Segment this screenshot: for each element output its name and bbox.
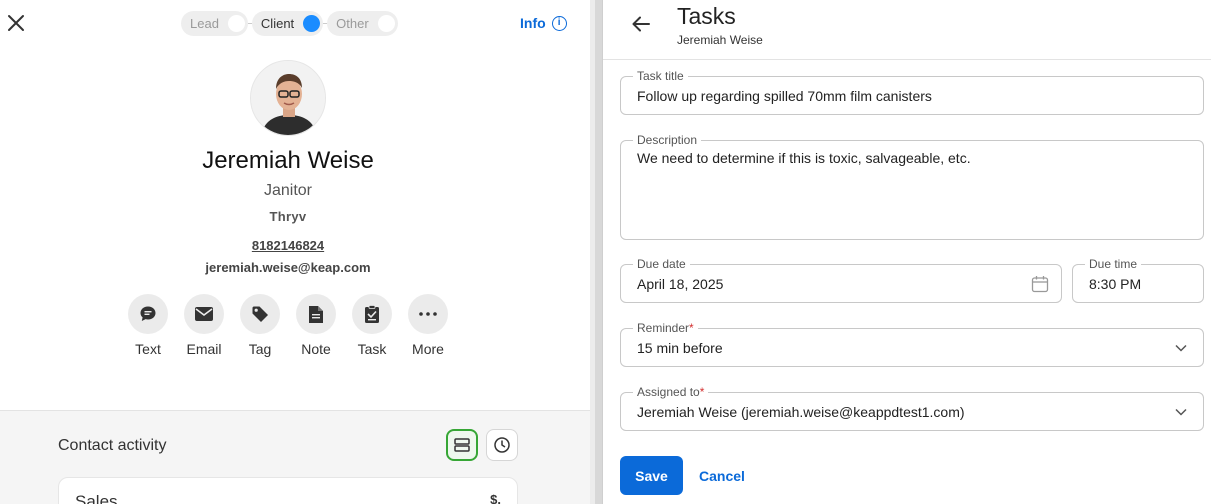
description-textarea[interactable]: We need to determine if this is toxic, s… (637, 150, 971, 166)
stage-dot (377, 15, 395, 32)
note-icon (296, 294, 336, 334)
due-date-field[interactable]: Due date April 18, 2025 (620, 257, 1062, 303)
avatar (250, 60, 326, 136)
history-view-button[interactable] (486, 429, 518, 461)
sales-card-title: Sales (75, 492, 118, 504)
stage-other[interactable]: Other (327, 11, 398, 36)
task-panel-title: Tasks (677, 3, 736, 29)
contact-name: Jeremiah Weise (202, 147, 374, 174)
task-title-field[interactable]: Task title Follow up regarding spilled 7… (620, 69, 1204, 115)
chevron-down-icon (1174, 405, 1188, 424)
contact-phone-link[interactable]: 8182146824 (0, 238, 576, 253)
lifecycle-stage-selector: Lead Client Other (181, 11, 398, 36)
list-view-button[interactable] (446, 429, 478, 461)
close-icon[interactable] (5, 12, 27, 34)
assigned-to-label: Assigned to* (633, 385, 709, 399)
list-view-icon (454, 438, 470, 452)
stage-lead[interactable]: Lead (181, 11, 248, 36)
chevron-down-icon (1174, 341, 1188, 360)
quick-actions: Text Email Tag Note Task More (128, 294, 448, 357)
contact-job-title: Janitor (263, 182, 313, 199)
stage-label: Client (260, 16, 295, 31)
contact-company: Thryv (269, 209, 307, 224)
action-label: Note (301, 341, 331, 357)
text-action-button[interactable]: Text (128, 294, 168, 357)
more-horizontal-icon (408, 294, 448, 334)
required-mark: * (689, 321, 694, 335)
info-button[interactable]: Info i (520, 15, 567, 31)
arrow-left-icon[interactable] (630, 13, 652, 35)
due-time-label: Due time (1085, 257, 1142, 271)
task-title-label: Task title (633, 69, 688, 83)
task-panel: Tasks Jeremiah Weise Task title Follow u… (603, 0, 1211, 504)
sales-card[interactable]: Sales $. (58, 477, 518, 504)
required-mark: * (699, 385, 705, 399)
task-checklist-icon (352, 294, 392, 334)
assigned-to-value: Jeremiah Weise (jeremiah.weise@keappdtes… (637, 404, 965, 420)
tag-action-button[interactable]: Tag (240, 294, 280, 357)
envelope-icon (184, 294, 224, 334)
save-button[interactable]: Save (620, 456, 683, 495)
action-label: Tag (248, 341, 272, 357)
reminder-label: Reminder* (633, 321, 698, 335)
info-circle-icon: i (551, 15, 567, 31)
action-label: Task (357, 341, 387, 357)
description-field[interactable]: Description We need to determine if this… (620, 133, 1204, 240)
email-action-button[interactable]: Email (184, 294, 224, 357)
more-action-button[interactable]: More (408, 294, 448, 357)
stage-label: Lead (190, 16, 219, 31)
contact-panel: Lead Client Other Info i Jeremiah Weise … (0, 0, 590, 504)
app-root: Lead Client Other Info i Jeremiah Weise … (0, 0, 1211, 504)
stage-label: Other (336, 16, 369, 31)
panel-divider[interactable] (590, 0, 603, 504)
note-action-button[interactable]: Note (296, 294, 336, 357)
description-label: Description (633, 133, 702, 147)
info-label: Info (520, 15, 546, 31)
dollar-icon: $. (490, 492, 501, 504)
activity-title: Contact activity (58, 437, 167, 454)
action-label: Text (135, 341, 161, 357)
task-action-button[interactable]: Task (352, 294, 392, 357)
task-panel-subtitle: Jeremiah Weise (677, 33, 763, 47)
reminder-label-text: Reminder (637, 321, 690, 335)
stage-dot (227, 15, 245, 32)
task-title-input[interactable]: Follow up regarding spilled 70mm film ca… (637, 88, 932, 104)
chat-bubble-icon (128, 294, 168, 334)
due-date-label: Due date (633, 257, 690, 271)
cancel-button[interactable]: Cancel (699, 456, 745, 495)
clock-icon (494, 437, 510, 453)
contact-activity-section: Contact activity Sales $. (0, 410, 590, 504)
action-label: More (412, 341, 444, 357)
assigned-to-select[interactable]: Assigned to* Jeremiah Weise (jeremiah.we… (620, 385, 1204, 431)
reminder-value: 15 min before (637, 340, 723, 356)
tag-icon (240, 294, 280, 334)
due-time-field[interactable]: Due time 8:30 PM (1072, 257, 1204, 303)
action-label: Email (186, 341, 222, 357)
contact-email[interactable]: jeremiah.weise@keap.com (0, 260, 576, 275)
stage-client[interactable]: Client (251, 11, 324, 36)
due-time-input[interactable]: 8:30 PM (1089, 276, 1141, 292)
stage-dot-active (303, 15, 321, 32)
header-divider (603, 59, 1211, 60)
calendar-icon[interactable] (1031, 275, 1049, 298)
due-date-input[interactable]: April 18, 2025 (637, 276, 723, 292)
assigned-to-label-text: Assigned to (637, 385, 700, 399)
reminder-select[interactable]: Reminder* 15 min before (620, 321, 1204, 367)
